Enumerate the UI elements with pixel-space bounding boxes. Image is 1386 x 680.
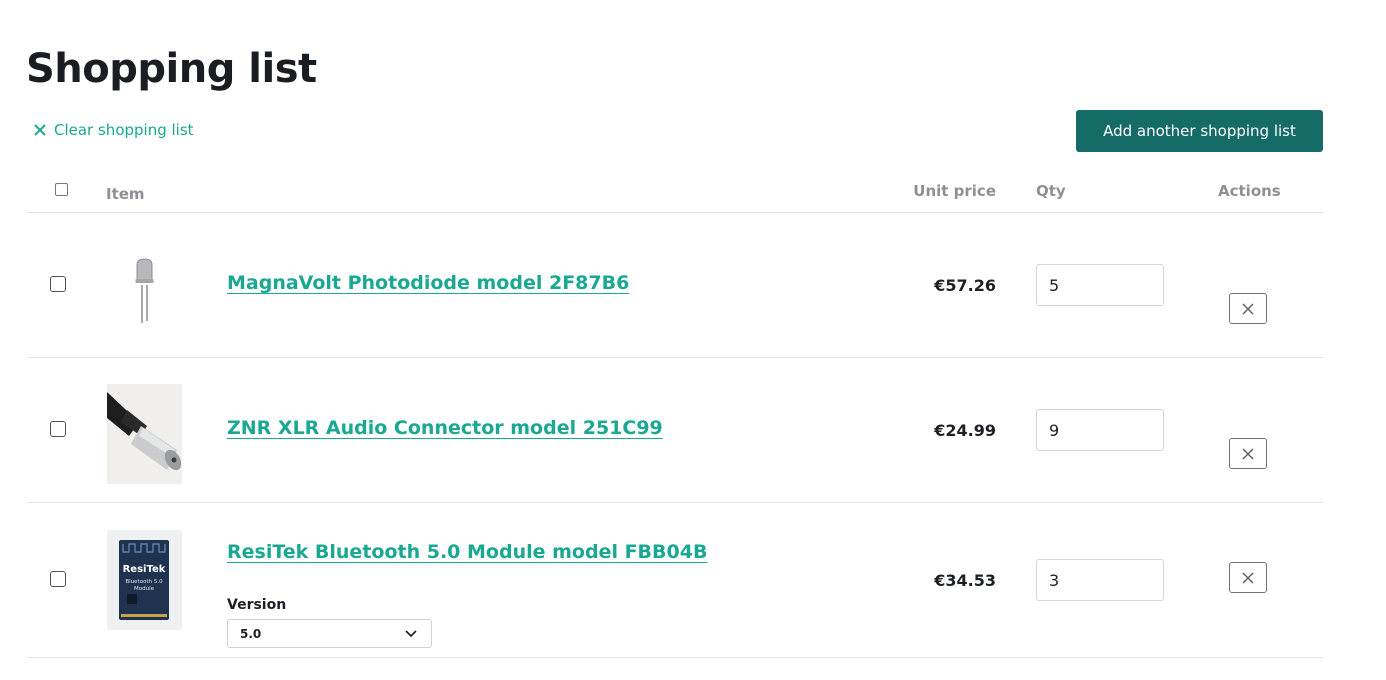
quantity-input[interactable]: 3 (1036, 559, 1164, 601)
table-row: ZNR XLR Audio Connector model 251C99 €24… (27, 358, 1323, 503)
select-all-checkbox[interactable] (55, 183, 68, 196)
header-item: Item (106, 185, 145, 203)
chevron-down-icon (405, 630, 417, 638)
row-checkbox[interactable] (50, 421, 66, 437)
table-row: MagnaVolt Photodiode model 2F87B6 €57.26… (27, 213, 1323, 358)
clear-shopping-list-label: Clear shopping list (54, 121, 194, 139)
version-select[interactable]: 5.0 (227, 619, 432, 648)
close-icon (34, 124, 46, 136)
header-actions: Actions (1218, 182, 1281, 200)
header-unit-price: Unit price (913, 182, 996, 200)
photodiode-image (107, 235, 182, 335)
item-link[interactable]: ResiTek Bluetooth 5.0 Module model FBB04… (227, 541, 707, 563)
header-qty: Qty (1036, 182, 1066, 200)
row-checkbox[interactable] (50, 276, 66, 292)
add-shopping-list-button[interactable]: Add another shopping list (1076, 110, 1323, 152)
item-link[interactable]: MagnaVolt Photodiode model 2F87B6 (227, 272, 629, 294)
clear-shopping-list-link[interactable]: Clear shopping list (33, 121, 194, 139)
svg-text:Module: Module (134, 586, 155, 592)
remove-item-button[interactable] (1229, 562, 1267, 593)
remove-item-button[interactable] (1229, 293, 1267, 324)
close-icon (1242, 448, 1254, 459)
row-checkbox[interactable] (50, 571, 66, 587)
remove-item-button[interactable] (1229, 438, 1267, 469)
quantity-input[interactable]: 5 (1036, 264, 1164, 306)
close-icon (1242, 303, 1254, 314)
bluetooth-module-image: ResiTek Bluetooth 5.0 Module (107, 530, 182, 630)
svg-text:ResiTek: ResiTek (123, 564, 166, 575)
close-icon (1242, 572, 1254, 583)
item-link[interactable]: ZNR XLR Audio Connector model 251C99 (227, 417, 663, 439)
unit-price: €57.26 (934, 276, 996, 295)
unit-price: €24.99 (934, 421, 996, 440)
xlr-connector-image (107, 384, 182, 484)
version-select-value: 5.0 (240, 626, 262, 641)
quantity-input[interactable]: 9 (1036, 409, 1164, 451)
svg-text:Bluetooth 5.0: Bluetooth 5.0 (125, 579, 163, 585)
table-row: ResiTek Bluetooth 5.0 Module ResiTek Blu… (27, 503, 1323, 658)
version-label: Version (227, 597, 287, 613)
unit-price: €34.53 (934, 571, 996, 590)
table-header: Item Unit price Qty Actions (27, 170, 1323, 213)
page-title: Shopping list (26, 46, 317, 92)
